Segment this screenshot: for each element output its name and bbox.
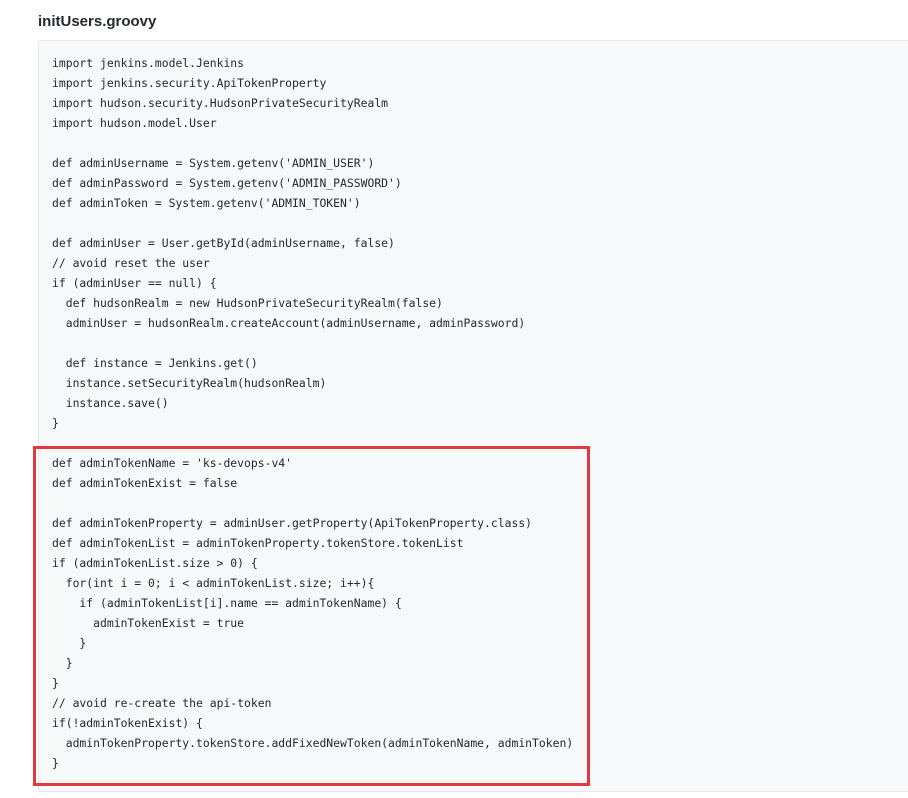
code-line: for(int i = 0; i < adminTokenList.size; … — [52, 576, 375, 590]
code-line: def adminTokenName = 'ks-devops-v4' — [52, 456, 293, 470]
code-line: def adminToken = System.getenv('ADMIN_TO… — [52, 196, 361, 210]
code-line: import hudson.security.HudsonPrivateSecu… — [52, 96, 389, 110]
file-title: initUsers.groovy — [38, 13, 157, 30]
code-line: instance.save() — [52, 396, 169, 410]
code-line: } — [52, 756, 59, 770]
code-line: // avoid reset the user — [52, 256, 210, 270]
code-line: } — [52, 636, 87, 650]
code-content: import jenkins.model.Jenkins import jenki… — [52, 53, 573, 773]
code-line: import jenkins.security.ApiTokenProperty — [52, 76, 327, 90]
code-line: adminTokenExist = true — [52, 616, 245, 630]
code-line: if (adminTokenList[i].name == adminToken… — [52, 596, 402, 610]
code-line: def hudsonRealm = new HudsonPrivateSecur… — [52, 296, 443, 310]
code-line: import hudson.model.User — [52, 116, 217, 130]
code-line: def adminTokenExist = false — [52, 476, 238, 490]
code-line: def instance = Jenkins.get() — [52, 356, 258, 370]
code-line: def adminUsername = System.getenv('ADMIN… — [52, 156, 375, 170]
code-line: if (adminTokenList.size > 0) { — [52, 556, 258, 570]
code-line: import jenkins.model.Jenkins — [52, 56, 245, 70]
code-line: // avoid re-create the api-token — [52, 696, 272, 710]
code-line: def adminPassword = System.getenv('ADMIN… — [52, 176, 402, 190]
code-line: adminTokenProperty.tokenStore.addFixedNe… — [52, 736, 574, 750]
code-line: def adminUser = User.getById(adminUserna… — [52, 236, 395, 250]
code-line: def adminTokenProperty = adminUser.getPr… — [52, 516, 533, 530]
code-line: adminUser = hudsonRealm.createAccount(ad… — [52, 316, 526, 330]
code-line: } — [52, 416, 59, 430]
code-line: } — [52, 676, 59, 690]
code-line: } — [52, 656, 73, 670]
code-line: if (adminUser == null) { — [52, 276, 217, 290]
code-line: instance.setSecurityRealm(hudsonRealm) — [52, 376, 327, 390]
code-line: if(!adminTokenExist) { — [52, 716, 203, 730]
code-line: def adminTokenList = adminTokenProperty.… — [52, 536, 464, 550]
